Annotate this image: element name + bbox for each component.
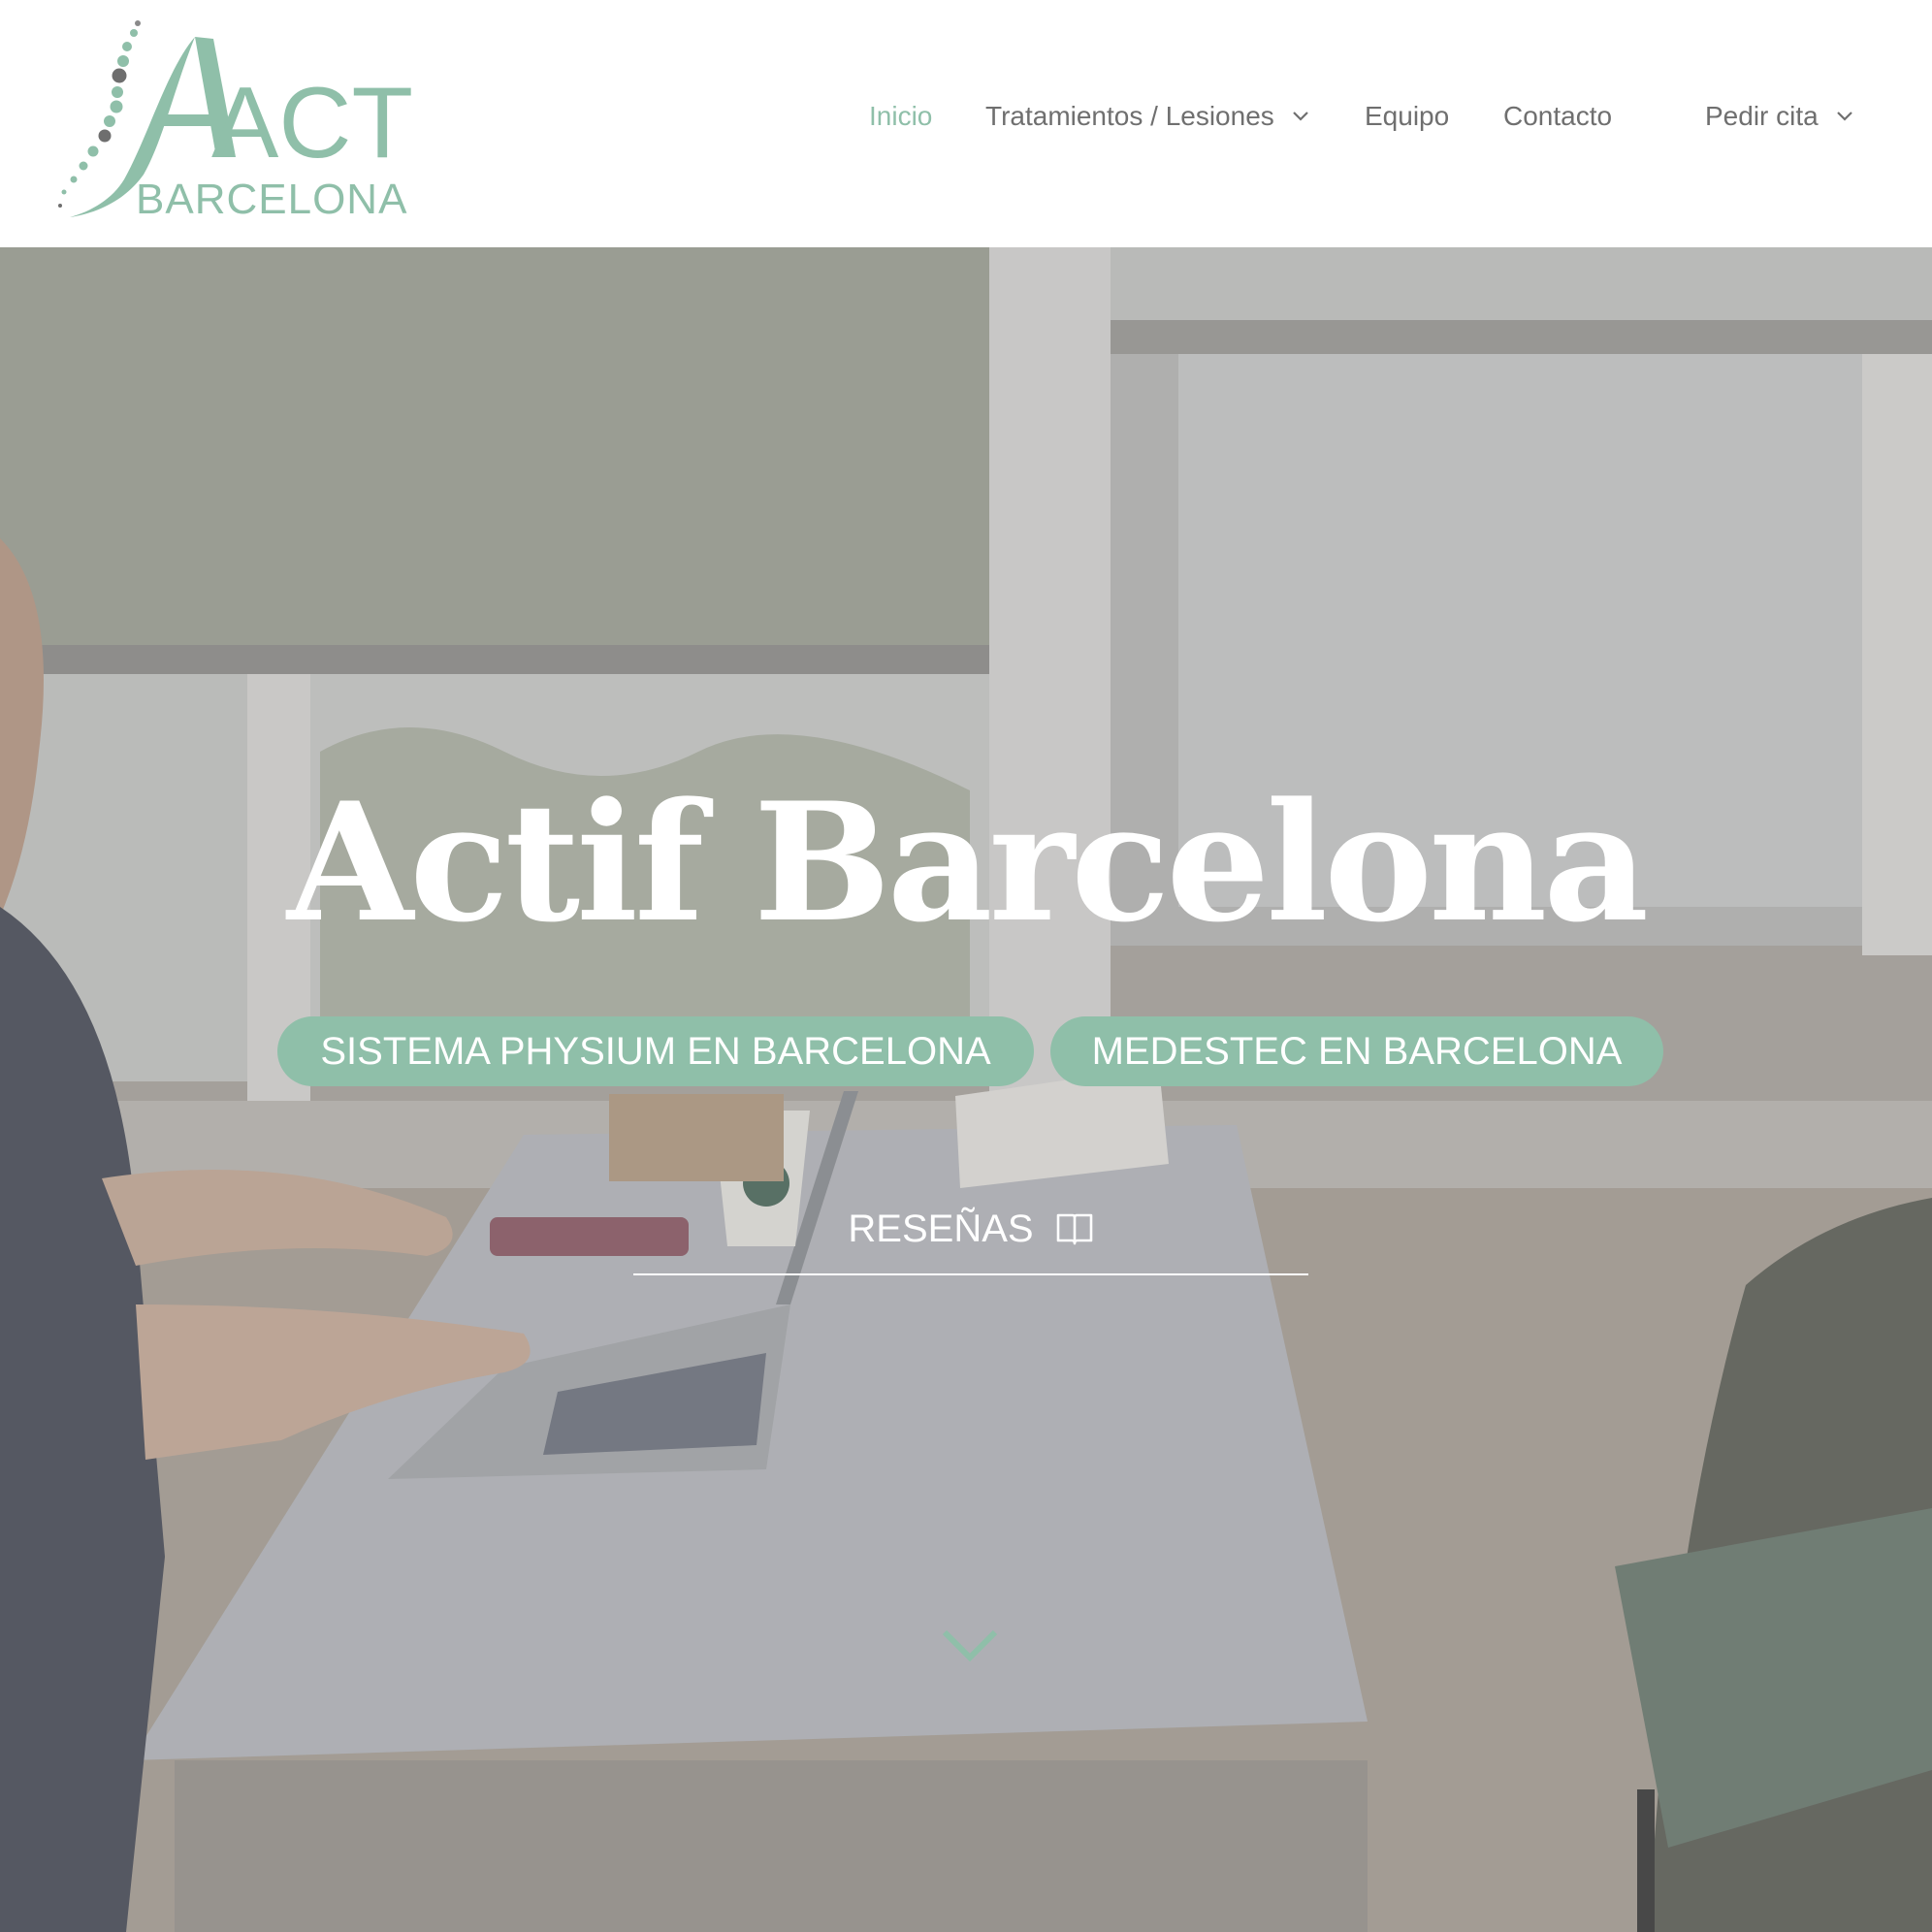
site-header: ACTIF BARCELONA Inicio Tratamientos / Le… bbox=[0, 0, 1932, 247]
hero-background-image bbox=[0, 247, 1932, 1932]
reviews-link[interactable]: RESEÑAS bbox=[633, 1208, 1308, 1275]
nav-item-tratamientos[interactable]: Tratamientos / Lesiones bbox=[985, 101, 1309, 132]
reviews-label: RESEÑAS bbox=[848, 1208, 1034, 1250]
pill-label: SISTEMA PHYSIUM EN BARCELONA bbox=[320, 1029, 991, 1073]
nav-item-inicio[interactable]: Inicio bbox=[869, 101, 932, 132]
nav-item-label: Equipo bbox=[1365, 101, 1450, 131]
nav-item-label: Contacto bbox=[1503, 101, 1613, 131]
nav-item-contacto[interactable]: Contacto bbox=[1503, 101, 1612, 132]
nav-item-equipo[interactable]: Equipo bbox=[1365, 101, 1449, 132]
main-nav: Inicio Tratamientos / Lesiones Equipo Co… bbox=[0, 101, 1932, 140]
hero-title: Actif Barcelona bbox=[286, 766, 1649, 958]
logo-sub: BARCELONA bbox=[136, 176, 407, 223]
physium-button[interactable]: SISTEMA PHYSIUM EN BARCELONA bbox=[277, 1016, 1034, 1086]
medestec-button[interactable]: MEDESTEC EN BARCELONA bbox=[1050, 1016, 1663, 1086]
nav-item-pedir-cita[interactable]: Pedir cita bbox=[1705, 101, 1853, 132]
pill-label: MEDESTEC EN BARCELONA bbox=[1091, 1029, 1623, 1073]
chevron-down-icon bbox=[1293, 112, 1308, 121]
nav-item-label: Pedir cita bbox=[1705, 101, 1819, 131]
chevron-down-icon bbox=[1836, 112, 1852, 121]
book-open-icon bbox=[1056, 1213, 1092, 1245]
scroll-down-button[interactable] bbox=[939, 1625, 1001, 1667]
nav-item-label: Tratamientos / Lesiones bbox=[985, 101, 1274, 131]
nav-item-label: Inicio bbox=[869, 101, 933, 131]
hero-section: Actif Barcelona SISTEMA PHYSIUM EN BARCE… bbox=[0, 247, 1932, 1932]
chevron-down-icon bbox=[942, 1629, 998, 1662]
